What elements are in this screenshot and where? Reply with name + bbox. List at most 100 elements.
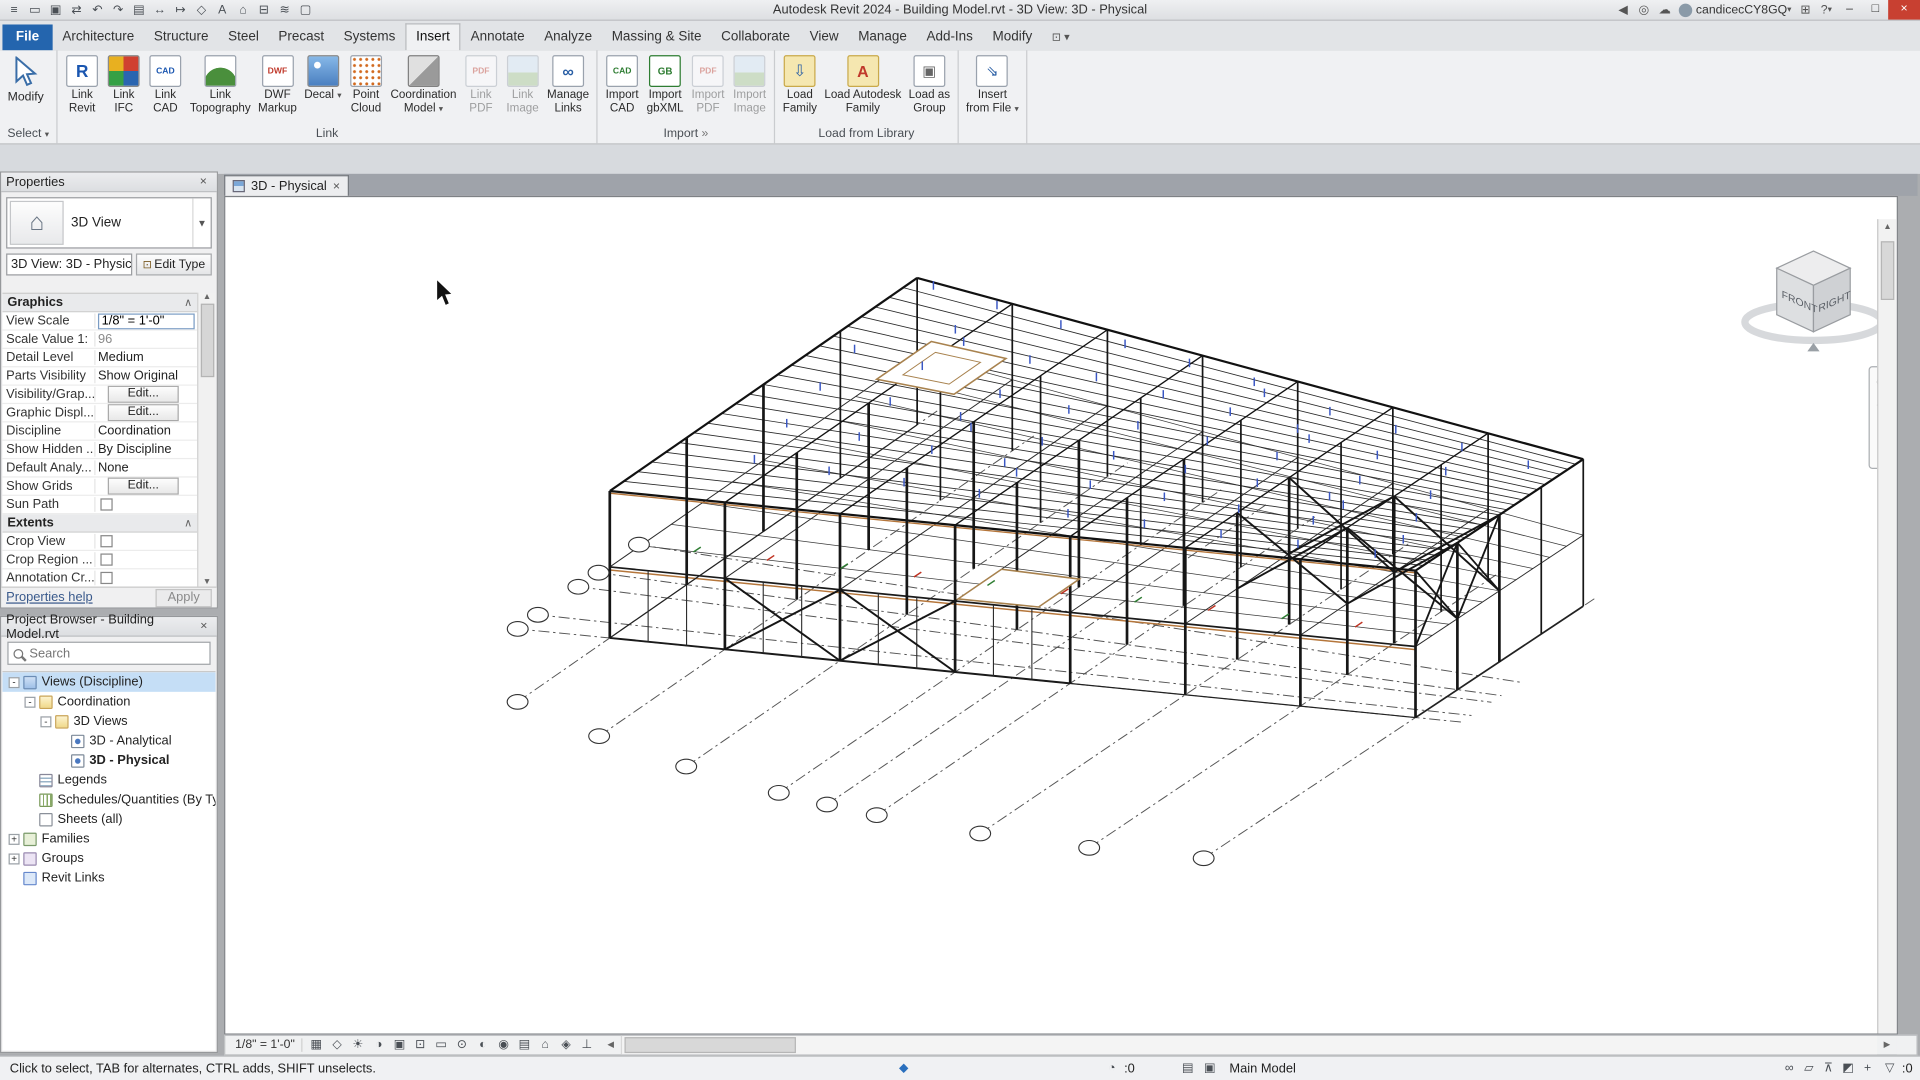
tree-item-groups[interactable]: + Groups — [2, 849, 215, 869]
visibility-grap-edit-button[interactable]: Edit... — [107, 385, 179, 403]
undo-icon[interactable]: ↶ — [87, 1, 108, 19]
close-icon[interactable]: × — [195, 175, 212, 188]
save-icon[interactable]: ▣ — [45, 1, 66, 19]
tree-item-sheets-all[interactable]: Sheets (all) — [2, 809, 215, 829]
scroll-thumb[interactable] — [624, 1037, 796, 1054]
close-icon[interactable]: × — [196, 620, 212, 633]
select-panel-label[interactable]: Select ▾ — [0, 126, 56, 143]
vertical-scrollbar[interactable]: ▲ ▼ — [1877, 219, 1897, 1034]
link-cad-button[interactable]: CAD Link CAD — [145, 54, 187, 116]
default-3d-view-icon[interactable]: ⌂ — [233, 1, 254, 19]
main-model-dropdown[interactable]: Main Model — [1222, 1061, 1303, 1076]
load-autodesk-family-button[interactable]: A Load Autodesk Family — [821, 54, 905, 116]
temporary-view-properties-icon[interactable]: ▤ — [514, 1036, 535, 1054]
tree-item-schedules-quantities-by-type[interactable]: Schedules/Quantities (By Type) — [2, 790, 216, 810]
application-menu-icon[interactable]: ≡ — [4, 1, 25, 19]
show-grids-edit-button[interactable]: Edit... — [107, 477, 179, 495]
type-selector[interactable]: ⌂ 3D View ▼ — [6, 197, 212, 249]
visual-style-icon[interactable]: ◇ — [327, 1036, 348, 1054]
ribbon-tab-modify[interactable]: Modify — [983, 24, 1042, 50]
ribbon-tab-massing-site[interactable]: Massing & Site — [602, 24, 711, 50]
ribbon-tab-analyze[interactable]: Analyze — [534, 24, 602, 50]
ribbon-tab-manage[interactable]: Manage — [848, 24, 916, 50]
help-icon[interactable]: ? ▾ — [1816, 1, 1837, 19]
ribbon-tab-structure[interactable]: Structure — [144, 24, 218, 50]
communication-icon[interactable]: ☁ — [1654, 1, 1675, 19]
graphic-displ-edit-button[interactable]: Edit... — [107, 404, 179, 422]
tree-item-revit-links[interactable]: Revit Links — [2, 868, 215, 888]
expander-icon[interactable]: + — [8, 852, 20, 864]
crop-region-checkbox[interactable] — [100, 553, 113, 566]
detail-level-icon[interactable]: ▦ — [306, 1036, 327, 1054]
panel-launcher-icon[interactable]: » — [702, 127, 709, 140]
redo-icon[interactable]: ↷ — [108, 1, 129, 19]
point-cloud-button[interactable]: Point Cloud — [345, 54, 387, 116]
collapse-icon[interactable]: ∧ — [184, 516, 192, 529]
instance-selector[interactable]: 3D View: 3D - Physic▼ — [6, 253, 133, 276]
scroll-left-arrow[interactable]: ◀ — [601, 1037, 621, 1054]
view-scale-input[interactable] — [97, 312, 195, 329]
tree-item-3d-analytical[interactable]: 3D - Analytical — [2, 731, 215, 751]
tree-item-families[interactable]: + Families — [2, 829, 215, 849]
browser-search-box[interactable] — [7, 641, 211, 665]
text-icon[interactable]: A — [212, 1, 233, 19]
worksharing-display-icon[interactable]: ◔ — [1102, 1059, 1122, 1077]
expander-icon[interactable]: + — [8, 833, 20, 845]
ribbon-tab-steel[interactable]: Steel — [218, 24, 268, 50]
view-tab-3d-physical[interactable]: 3D - Physical × — [224, 175, 349, 196]
expander-icon[interactable]: - — [8, 676, 20, 688]
edit-type-button[interactable]: ⊡ Edit Type — [135, 253, 212, 276]
view-scale-control[interactable]: 1/8" = 1'-0" — [229, 1038, 303, 1052]
show-crop-region-icon[interactable]: ▭ — [431, 1036, 452, 1054]
ribbon-tab-insert[interactable]: Insert — [405, 23, 461, 51]
expander-icon[interactable]: - — [24, 696, 36, 708]
aligned-dimension-icon[interactable]: ↦ — [170, 1, 191, 19]
highlight-displacement-sets-icon[interactable]: ◈ — [556, 1036, 577, 1054]
filter-icon[interactable]: ▽ — [1880, 1059, 1900, 1077]
open-icon[interactable]: ▭ — [24, 1, 45, 19]
modify-button[interactable]: Modify — [4, 54, 48, 106]
ribbon-tab-view[interactable]: View — [800, 24, 849, 50]
tree-item-views-discipline[interactable]: - Views (Discipline) — [2, 672, 216, 692]
link-topography-button[interactable]: Link Topography — [186, 54, 254, 116]
coordination-model-button[interactable]: Coordination Model ▾ — [387, 54, 460, 118]
dwf-markup-button[interactable]: DWF DWF Markup — [254, 54, 300, 116]
ribbon-tab-systems[interactable]: Systems — [334, 24, 405, 50]
design-options-icon[interactable]: ▣ — [1200, 1059, 1220, 1077]
sun-path-icon[interactable]: ☀ — [347, 1036, 368, 1054]
print-icon[interactable]: ▤ — [129, 1, 150, 19]
ribbon-tab-annotate[interactable]: Annotate — [461, 24, 535, 50]
tree-item-coordination[interactable]: - Coordination — [2, 692, 215, 712]
section-graphics[interactable]: Graphics ∧ — [2, 293, 198, 313]
measure-icon[interactable]: ↔ — [149, 1, 170, 19]
modify-options-dropdown[interactable]: ⊡ ▾ — [1047, 26, 1075, 50]
properties-scrollbar[interactable]: ▲ ▼ — [197, 292, 216, 587]
link-ifc-button[interactable]: Link IFC — [103, 54, 145, 116]
sync-with-central-icon[interactable]: ⇄ — [66, 1, 87, 19]
thin-lines-icon[interactable]: ≋ — [274, 1, 295, 19]
section-extents[interactable]: Extents ∧ — [2, 514, 198, 533]
switch-windows-icon[interactable]: ▢ — [295, 1, 316, 19]
tree-item-legends[interactable]: Legends — [2, 770, 215, 790]
scroll-right-arrow[interactable]: ▶ — [1877, 1037, 1897, 1054]
ribbon-tab-add-ins[interactable]: Add-Ins — [917, 24, 983, 50]
horizontal-scrollbar[interactable] — [620, 1035, 1878, 1055]
insert-from-file-button[interactable]: ⇘ Insert from File ▾ — [962, 54, 1022, 118]
ribbon-tab-collaborate[interactable]: Collaborate — [711, 24, 799, 50]
ribbon-tab-file[interactable]: File — [2, 24, 53, 51]
minimize-button[interactable]: – — [1837, 0, 1863, 20]
tree-item-3d-physical[interactable]: 3D - Physical — [2, 751, 215, 771]
active-workset-icon[interactable]: ▤ — [1178, 1059, 1198, 1077]
select-links-icon[interactable]: ∞ — [1779, 1059, 1799, 1077]
cart-icon[interactable]: ⊞ — [1795, 1, 1816, 19]
load-family-button[interactable]: ⇩ Load Family — [779, 54, 821, 116]
decal-button[interactable]: Decal ▾ — [301, 54, 346, 105]
show-rendering-dialog-icon[interactable]: ▣ — [389, 1036, 410, 1054]
reveal-constraints-icon[interactable]: ⊥ — [576, 1036, 597, 1054]
close-tab-icon[interactable]: × — [333, 179, 340, 192]
annotation-cr-checkbox[interactable] — [100, 572, 113, 585]
shadows-icon[interactable]: ◑ — [368, 1036, 389, 1054]
tree-item-3d-views[interactable]: -3D Views — [2, 711, 215, 731]
user-account-button[interactable]: candicecCY8GQ ▾ — [1678, 3, 1791, 17]
scroll-thumb[interactable] — [1880, 241, 1895, 301]
